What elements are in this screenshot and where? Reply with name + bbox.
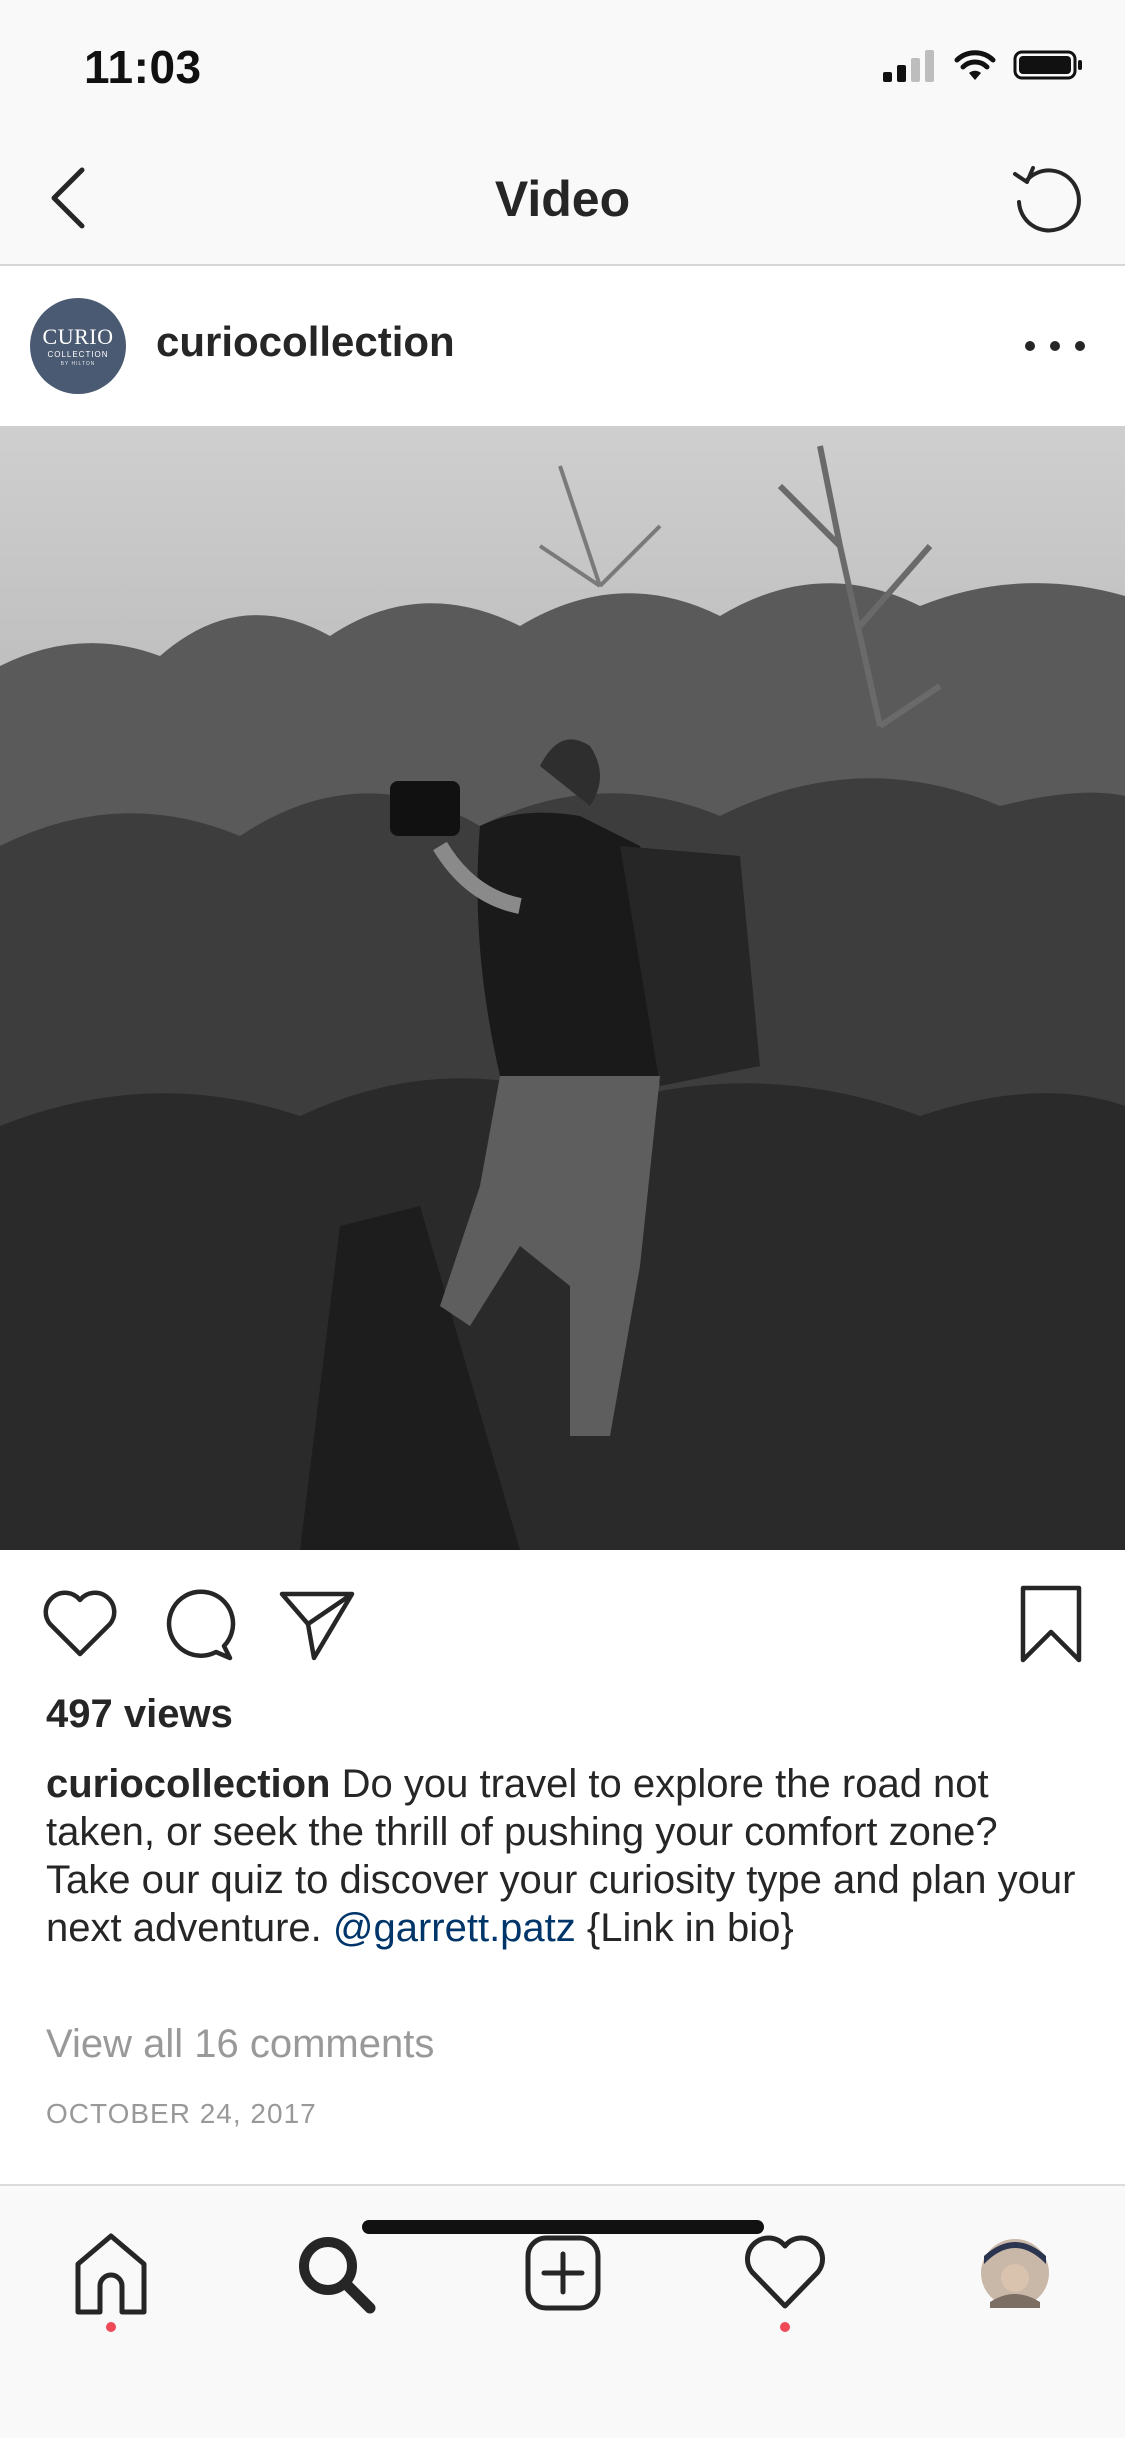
- profile-avatar-icon: [981, 2239, 1049, 2308]
- avatar-logo-subtext: COLLECTION: [47, 349, 109, 359]
- page-title: Video: [494, 171, 631, 227]
- tab-bar: [0, 2184, 1125, 2438]
- status-icons: [881, 48, 1085, 82]
- tab-create[interactable]: [518, 2228, 608, 2318]
- tab-search[interactable]: [290, 2228, 380, 2318]
- caption-suffix: {Link in bio}: [575, 1906, 794, 1950]
- tab-home[interactable]: [66, 2228, 156, 2332]
- view-count: 497 views: [46, 1692, 233, 1736]
- add-post-icon: [525, 2235, 601, 2311]
- signal-icon: [883, 50, 934, 82]
- status-time: 11:03: [84, 41, 202, 93]
- view-comments-link[interactable]: View all 16 comments: [46, 2022, 434, 2067]
- heart-icon[interactable]: [38, 1582, 122, 1666]
- post-actions: [0, 1568, 1125, 1678]
- dot: [1075, 341, 1085, 351]
- home-icon: [75, 2233, 147, 2315]
- home-indicator: [362, 2220, 764, 2234]
- search-icon: [299, 2237, 376, 2314]
- notification-dot: [106, 2322, 116, 2332]
- battery-icon: [1013, 50, 1082, 80]
- comment-icon[interactable]: [156, 1582, 240, 1666]
- share-icon[interactable]: [274, 1582, 358, 1666]
- post-username[interactable]: curiocollection: [156, 318, 455, 366]
- tab-profile[interactable]: [970, 2228, 1060, 2318]
- more-options-icon[interactable]: [1025, 322, 1085, 370]
- caption-username[interactable]: curiocollection: [46, 1762, 331, 1806]
- video-player[interactable]: [0, 426, 1125, 1550]
- dot: [1050, 341, 1060, 351]
- post-caption: curiocollection Do you travel to explore…: [46, 1760, 1086, 1952]
- video-frame: [0, 445, 1125, 1550]
- post-date: OCTOBER 24, 2017: [46, 2098, 317, 2129]
- refresh-icon[interactable]: [1005, 156, 1089, 240]
- status-bar: 11:03: [0, 0, 1125, 132]
- tab-activity[interactable]: [740, 2228, 830, 2332]
- notification-dot: [780, 2322, 790, 2332]
- dot: [1025, 341, 1035, 351]
- avatar[interactable]: CURIO COLLECTION BY HILTON: [30, 298, 126, 394]
- heart-icon: [745, 2235, 825, 2309]
- post-header: CURIO COLLECTION BY HILTON curiocollecti…: [0, 266, 1125, 424]
- avatar-logo-text: CURIO: [42, 323, 114, 349]
- bookmark-icon[interactable]: [1009, 1582, 1093, 1666]
- wifi-icon: [954, 50, 996, 80]
- nav-bar: Video: [0, 132, 1125, 266]
- caption-mention[interactable]: @garrett.patz: [333, 1906, 576, 1950]
- avatar-logo-tiny: BY HILTON: [60, 360, 96, 367]
